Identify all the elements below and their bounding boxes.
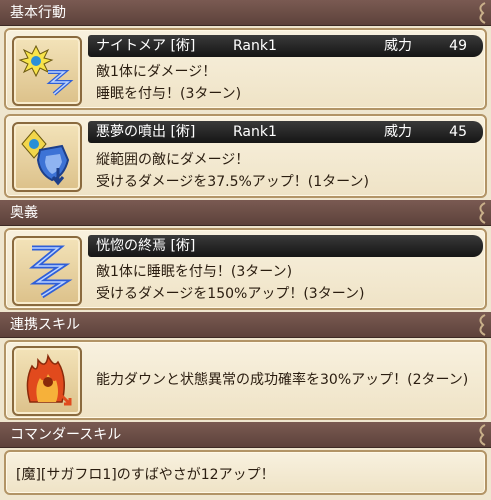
skill-description: 縦範囲の敵にダメージ！ 受けるダメージを37.5%アップ！(1ターン) [96,149,369,193]
description-line: 受けるダメージを37.5%アップ！(1ターン) [96,174,369,190]
flame-hand-icon [26,353,72,406]
sleep-zz-icon [28,245,73,299]
power-value: 45 [449,124,467,140]
ougi-description: 敵1体に睡眠を付与！(3ターン) 受けるダメージを150%アップ！(3ターン) [96,261,364,305]
description-line: 受けるダメージを150%アップ！(3ターン) [96,286,365,302]
skill-icon-frame [12,36,82,106]
section-title-link: 連携スキル [10,317,80,333]
ougi-card[interactable]: 恍惚の終焉 [術] 敵1体に睡眠を付与！(3ターン) 受けるダメージを150%ア… [4,228,487,310]
ornament-icon [479,314,486,336]
ornament-icon [479,424,486,446]
ougi-title-bar: 恍惚の終焉 [術] [88,235,483,257]
power-label: 威力 [384,124,412,140]
section-title-basic: 基本行動 [10,5,66,21]
commander-skill-description: [魔][サガフロ1]のすばやさが12アップ！ [16,467,275,483]
link-skill-card[interactable]: 能力ダウンと状態異常の成功確率を30%アップ！(2ターン) [4,340,487,420]
section-title-ougi: 奥義 [10,205,38,221]
skill-card-nightmare[interactable]: ナイトメア [術] Rank1 威力 49 敵1体にダメージ！ 睡眠を付与！(3… [4,28,487,110]
ornament-icon [479,2,486,24]
lightning-burst-icon [18,44,74,96]
description-line: 縦範囲の敵にダメージ！ [96,152,250,168]
skill-title-bar: 悪夢の噴出 [術] Rank1 威力 45 [88,121,483,143]
ornament-icon [479,202,486,224]
skill-icon-frame [12,346,82,416]
power-label: 威力 [384,38,412,54]
skill-name: 悪夢の噴出 [術] [96,124,196,140]
skill-description: 敵1体にダメージ！ 睡眠を付与！(3ターン) [96,61,241,105]
skill-rank: Rank1 [233,38,277,54]
commander-skill-card[interactable]: [魔][サガフロ1]のすばやさが12アップ！ [4,450,487,495]
shield-debuff-icon [21,129,70,186]
section-header-link: 連携スキル [0,312,491,338]
skill-name: ナイトメア [術] [96,38,196,54]
section-header-basic: 基本行動 [0,0,491,26]
skill-title-bar: ナイトメア [術] Rank1 威力 49 [88,35,483,57]
section-header-commander: コマンダースキル [0,422,491,448]
description-line: 敵1体にダメージ！ [96,64,217,80]
skill-icon-frame [12,122,82,192]
section-header-ougi: 奥義 [0,200,491,226]
skill-card-nightmare-burst[interactable]: 悪夢の噴出 [術] Rank1 威力 45 縦範囲の敵にダメージ！ 受けるダメー… [4,114,487,198]
ougi-name: 恍惚の終焉 [術] [96,238,196,254]
skill-rank: Rank1 [233,124,277,140]
power-value: 49 [449,38,467,54]
description-line: 敵1体に睡眠を付与！(3ターン) [96,264,293,280]
description-line: 睡眠を付与！(3ターン) [96,86,242,102]
skill-icon-frame [12,236,82,306]
section-title-commander: コマンダースキル [10,427,122,443]
link-skill-description: 能力ダウンと状態異常の成功確率を30%アップ！(2ターン) [96,372,469,388]
